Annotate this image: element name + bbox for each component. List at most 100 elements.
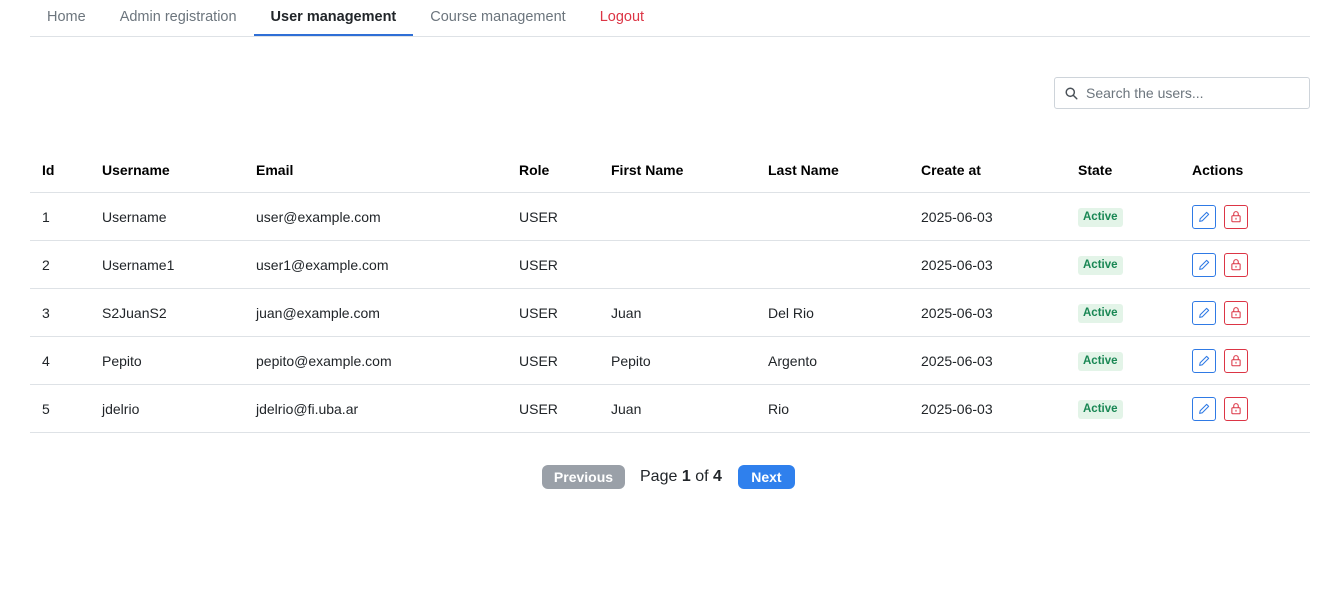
- cell-username: Username: [90, 192, 244, 241]
- column-header-created: Create at: [909, 148, 1066, 193]
- cell-actions: [1180, 192, 1310, 241]
- search-box[interactable]: [1054, 77, 1310, 109]
- status-badge: Active: [1078, 399, 1123, 419]
- column-header-username: Username: [90, 148, 244, 193]
- cell-created: 2025-06-03: [909, 288, 1066, 337]
- cell-id: 5: [30, 384, 90, 433]
- search-input[interactable]: [1086, 85, 1286, 101]
- cell-role: USER: [507, 336, 599, 385]
- tab-logout[interactable]: Logout: [583, 0, 661, 36]
- cell-email: user1@example.com: [244, 240, 507, 289]
- row-actions: [1192, 348, 1298, 373]
- cell-role: USER: [507, 384, 599, 433]
- cell-role: USER: [507, 240, 599, 289]
- cell-actions: [1180, 384, 1310, 433]
- pencil-icon: [1199, 355, 1210, 366]
- cell-last-name: [756, 240, 909, 289]
- cell-created: 2025-06-03: [909, 192, 1066, 241]
- page-indicator: Page 1 of 4: [640, 468, 722, 486]
- lock-user-button[interactable]: [1224, 252, 1248, 277]
- status-badge: Active: [1078, 351, 1123, 371]
- cell-state: Active: [1066, 336, 1180, 385]
- row-actions: [1192, 204, 1298, 229]
- tab-user-management[interactable]: User management: [253, 0, 414, 36]
- lock-icon: [1231, 259, 1241, 271]
- cell-username: jdelrio: [90, 384, 244, 433]
- pencil-icon: [1199, 211, 1210, 222]
- current-page: 1: [681, 468, 691, 485]
- cell-id: 3: [30, 288, 90, 337]
- cell-actions: [1180, 240, 1310, 289]
- row-actions: [1192, 252, 1298, 277]
- cell-first-name: Juan: [599, 288, 756, 337]
- previous-page-button[interactable]: Previous: [542, 465, 625, 489]
- cell-first-name: Pepito: [599, 336, 756, 385]
- page-word: Page: [640, 468, 678, 485]
- pagination: Previous Page 1 of 4 Next: [542, 465, 795, 489]
- cell-username: Username1: [90, 240, 244, 289]
- cell-id: 1: [30, 192, 90, 241]
- lock-icon: [1231, 211, 1241, 223]
- pencil-icon: [1199, 403, 1210, 414]
- cell-id: 2: [30, 240, 90, 289]
- cell-created: 2025-06-03: [909, 384, 1066, 433]
- tab-admin-registration[interactable]: Admin registration: [103, 0, 254, 36]
- lock-user-button[interactable]: [1224, 396, 1248, 421]
- cell-state: Active: [1066, 384, 1180, 433]
- column-header-email: Email: [244, 148, 507, 193]
- column-header-role: Role: [507, 148, 599, 193]
- row-actions: [1192, 396, 1298, 421]
- cell-username: S2JuanS2: [90, 288, 244, 337]
- column-header-actions: Actions: [1180, 148, 1310, 193]
- edit-user-button[interactable]: [1192, 348, 1216, 373]
- cell-first-name: [599, 192, 756, 241]
- edit-user-button[interactable]: [1192, 252, 1216, 277]
- lock-icon: [1231, 403, 1241, 415]
- next-page-button[interactable]: Next: [737, 465, 795, 489]
- of-word: of: [695, 468, 709, 485]
- row-actions: [1192, 300, 1298, 325]
- tab-home[interactable]: Home: [30, 0, 103, 36]
- cell-email: juan@example.com: [244, 288, 507, 337]
- edit-user-button[interactable]: [1192, 396, 1216, 421]
- users-table: Id Username Email Role First Name Last N…: [30, 148, 1310, 433]
- table-row: 2 Username1 user1@example.com USER 2025-…: [30, 240, 1310, 289]
- cell-actions: [1180, 336, 1310, 385]
- cell-state: Active: [1066, 240, 1180, 289]
- search-icon: [1064, 86, 1078, 100]
- cell-first-name: Juan: [599, 384, 756, 433]
- pencil-icon: [1199, 307, 1210, 318]
- lock-user-button[interactable]: [1224, 300, 1248, 325]
- page: Home Admin registration User management …: [0, 0, 1327, 599]
- cell-last-name: Argento: [756, 336, 909, 385]
- lock-user-button[interactable]: [1224, 348, 1248, 373]
- lock-icon: [1231, 307, 1241, 319]
- status-badge: Active: [1078, 207, 1123, 227]
- table-row: 4 Pepito pepito@example.com USER Pepito …: [30, 336, 1310, 385]
- table-row: 3 S2JuanS2 juan@example.com USER Juan De…: [30, 288, 1310, 337]
- cell-last-name: Del Rio: [756, 288, 909, 337]
- lock-user-button[interactable]: [1224, 204, 1248, 229]
- top-nav: Home Admin registration User management …: [30, 0, 1310, 37]
- cell-username: Pepito: [90, 336, 244, 385]
- pencil-icon: [1199, 259, 1210, 270]
- column-header-last-name: Last Name: [756, 148, 909, 193]
- tab-course-management[interactable]: Course management: [413, 0, 582, 36]
- cell-first-name: [599, 240, 756, 289]
- column-header-id: Id: [30, 148, 90, 193]
- status-badge: Active: [1078, 303, 1123, 323]
- cell-state: Active: [1066, 192, 1180, 241]
- cell-email: user@example.com: [244, 192, 507, 241]
- cell-last-name: Rio: [756, 384, 909, 433]
- column-header-first-name: First Name: [599, 148, 756, 193]
- table-row: 1 Username user@example.com USER 2025-06…: [30, 192, 1310, 241]
- table-header-row: Id Username Email Role First Name Last N…: [30, 148, 1310, 193]
- cell-actions: [1180, 288, 1310, 337]
- cell-role: USER: [507, 288, 599, 337]
- table-row: 5 jdelrio jdelrio@fi.uba.ar USER Juan Ri…: [30, 384, 1310, 433]
- cell-id: 4: [30, 336, 90, 385]
- cell-state: Active: [1066, 288, 1180, 337]
- edit-user-button[interactable]: [1192, 300, 1216, 325]
- cell-created: 2025-06-03: [909, 240, 1066, 289]
- edit-user-button[interactable]: [1192, 204, 1216, 229]
